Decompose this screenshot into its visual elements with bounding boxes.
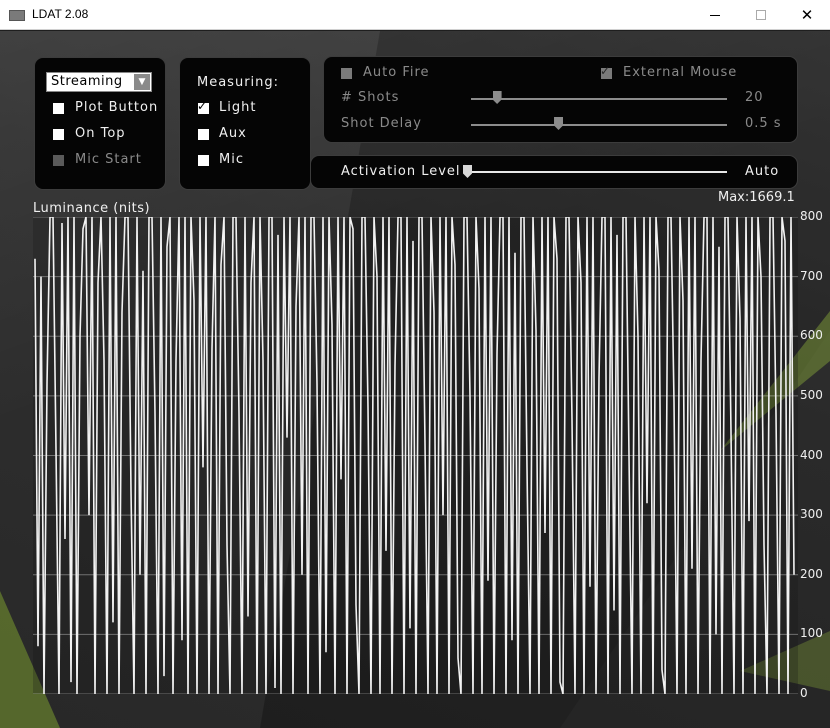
minimize-icon — [710, 14, 720, 16]
checkmark-icon: ✓ — [600, 64, 611, 78]
shot-delay-value: 0.5 s — [745, 116, 782, 131]
y-tick-label: 800 — [800, 209, 823, 223]
shot-delay-slider-track[interactable] — [471, 124, 727, 126]
on-top-checkbox[interactable] — [53, 129, 64, 140]
mic-checkbox[interactable] — [198, 155, 209, 166]
y-tick-label: 0 — [800, 686, 808, 700]
on-top-label[interactable]: On Top — [75, 126, 126, 141]
plot-button-checkbox[interactable] — [53, 103, 64, 114]
external-mouse-label[interactable]: External Mouse — [623, 65, 737, 80]
mic-start-label[interactable]: Mic Start — [75, 152, 142, 167]
chart-title: Luminance (nits) — [33, 201, 151, 216]
activation-value: Auto — [745, 164, 780, 179]
window-title: LDAT 2.08 — [32, 7, 89, 21]
app-icon — [9, 10, 25, 21]
measuring-heading: Measuring: — [197, 75, 280, 90]
shot-delay-label: Shot Delay — [341, 116, 422, 131]
checkmark-icon: ✓ — [197, 99, 208, 113]
shots-label: # Shots — [341, 90, 400, 105]
close-icon: ✕ — [800, 5, 814, 24]
light-checkbox[interactable]: ✓ — [197, 99, 209, 114]
aux-checkbox[interactable] — [198, 129, 209, 140]
mic-label[interactable]: Mic — [219, 152, 244, 167]
title-bar: LDAT 2.08 ✕ — [0, 0, 830, 30]
luminance-chart — [33, 217, 798, 694]
luminance-chart-svg — [33, 217, 798, 694]
activation-label: Activation Level — [341, 164, 461, 179]
y-tick-label: 300 — [800, 507, 823, 522]
y-tick-label: 100 — [800, 626, 823, 641]
auto-fire-label[interactable]: Auto Fire — [363, 65, 430, 80]
activation-slider-track[interactable] — [467, 171, 727, 173]
y-tick-label: 600 — [800, 328, 823, 343]
y-tick-label: 400 — [800, 447, 823, 462]
external-mouse-checkbox[interactable]: ✓ — [600, 64, 612, 79]
mode-select-value: Streaming — [51, 74, 123, 89]
maximize-button[interactable] — [738, 0, 784, 30]
light-label[interactable]: Light — [219, 100, 256, 115]
y-tick-label: 200 — [800, 566, 823, 581]
chart-max-label: Max:1669.1 — [718, 190, 795, 205]
mode-select[interactable]: Streaming ▼ — [46, 72, 152, 92]
aux-label[interactable]: Aux — [219, 126, 247, 141]
chevron-down-icon[interactable]: ▼ — [134, 74, 150, 90]
shots-slider-track[interactable] — [471, 98, 727, 100]
y-tick-label: 500 — [800, 387, 823, 402]
shots-value: 20 — [745, 90, 764, 105]
y-tick-label: 700 — [800, 268, 823, 283]
minimize-button[interactable] — [692, 0, 738, 30]
auto-fire-checkbox[interactable] — [341, 68, 352, 79]
maximize-icon — [756, 10, 766, 20]
mic-start-checkbox[interactable] — [53, 155, 64, 166]
close-button[interactable]: ✕ — [784, 0, 830, 30]
plot-button-label[interactable]: Plot Button — [75, 100, 158, 115]
